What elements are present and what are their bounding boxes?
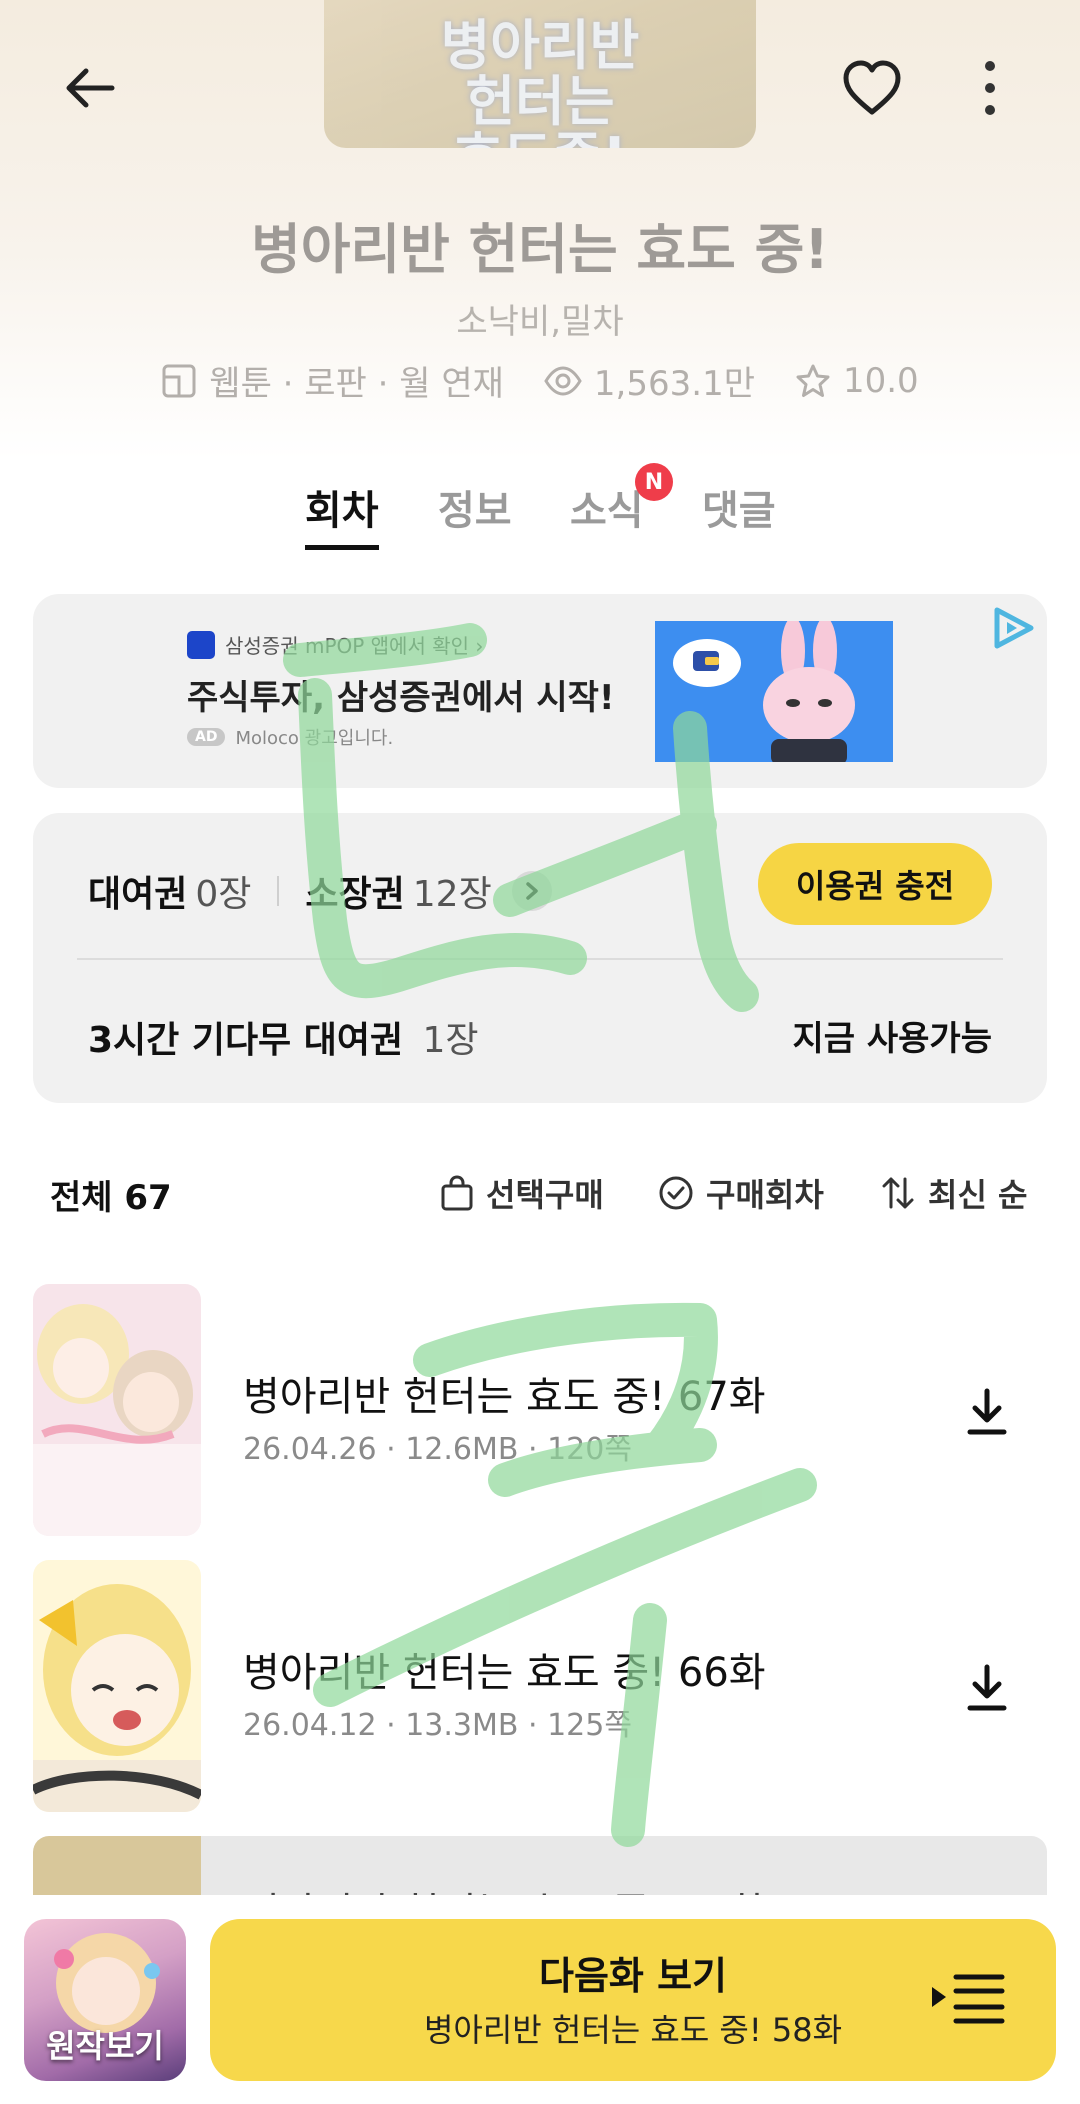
download-button[interactable] [955, 1656, 1019, 1720]
select-buy-label: 선택구매 [486, 1176, 604, 1214]
ad-sub-text: Moloco 광고입니다. [235, 728, 394, 749]
mpop-logo [187, 630, 215, 659]
ticket-counts: 대여권 0장 소장권 12장 [88, 865, 552, 917]
page-title: 병아리반 헌터는 효도 중! [251, 218, 829, 281]
cover-image: 병아리반 헌터는 효도중! [324, 0, 756, 148]
ad-disclaimer: AD Moloco 광고입니다. [187, 724, 393, 750]
episode-thumbnail [33, 1836, 201, 1896]
episode-thumbnail [33, 1560, 201, 1812]
episode-thumbnail [33, 1284, 201, 1536]
bottom-bar: 원작보기 다음화 보기 병아리반 헌터는 효도 중! 58화 [0, 1895, 1080, 2104]
tab-info[interactable]: 정보 [438, 478, 512, 536]
rental-label: 대여권 [88, 874, 188, 915]
genre-group: 웹툰 · 로판 · 월 연재 [161, 356, 504, 405]
wait-free-row: 3시간 기다무 대여권 1장 [88, 1011, 479, 1063]
owned-label[interactable]: 소장권 [305, 865, 404, 917]
tab-comments[interactable]: 댓글 [702, 478, 776, 536]
download-button[interactable] [955, 1380, 1019, 1444]
divider [77, 958, 1003, 960]
episode-total: 전체 67 [50, 1178, 172, 1218]
shopping-bag-icon [441, 1175, 473, 1211]
wait-free-label: 3시간 기다무 대여권 [88, 1020, 404, 1061]
purchased-filter-button[interactable]: 구매회차 [658, 1170, 824, 1216]
heart-icon [843, 60, 901, 115]
download-icon [967, 1388, 1007, 1435]
like-button[interactable] [832, 48, 912, 128]
rating-value: 10.0 [842, 360, 919, 401]
episode-title: 병아리반 헌터는 효도 중! 65화 [243, 1880, 766, 1896]
work-meta: 웹툰 · 로판 · 월 연재 1,563.1만 10.0 [0, 356, 1080, 405]
star-icon [796, 364, 830, 397]
more-vertical-icon [985, 61, 995, 115]
episode-title: 병아리반 헌터는 효도 중! 67화 [243, 1374, 766, 1420]
author-names: 소낙비,밀차 [456, 302, 624, 342]
ad-tag: AD [187, 728, 226, 746]
select-buy-button[interactable]: 선택구매 [440, 1170, 604, 1216]
back-button[interactable] [50, 48, 130, 128]
views-group: 1,563.1만 [544, 356, 755, 405]
ad-headline: 주식투자, 삼성증권에서 시작! [187, 678, 615, 718]
divider [277, 876, 280, 906]
purchased-label: 구매회차 [706, 1176, 824, 1214]
wait-free-status[interactable]: 지금 사용가능 [792, 1011, 992, 1060]
chevron-right-icon [525, 882, 538, 900]
cover-title-art: 병아리반 헌터는 효도중! [440, 14, 640, 149]
rental-count: 0장 [195, 874, 252, 915]
owned-count[interactable]: 12장 [413, 865, 492, 917]
episode-row[interactable]: 병아리반 헌터는 효도 중! 67화 26.04.26 · 12.6MB · 1… [33, 1284, 1047, 1536]
back-arrow-icon [66, 68, 115, 108]
bunny-illustration [673, 621, 855, 762]
views-count: 1,563.1만 [593, 364, 755, 404]
playlist-icon [932, 1974, 1005, 2024]
eye-icon [544, 365, 582, 396]
new-badge: N [635, 463, 673, 501]
check-circle-icon [659, 1176, 693, 1210]
ad-banner[interactable]: 삼성증권 mPOP 앱에서 확인 › 주식투자, 삼성증권에서 시작! AD M… [33, 594, 1047, 788]
original-work-button[interactable]: 원작보기 [24, 1919, 186, 2081]
ad-brand-text: 삼성증권 mPOP 앱에서 확인 › [225, 634, 484, 658]
tab-episodes[interactable]: 회차 [305, 478, 379, 536]
wait-free-count: 1장 [422, 1020, 479, 1061]
episode-meta: 26.04.26 · 12.6MB · 120쪽 [243, 1432, 632, 1467]
episode-art [33, 1560, 201, 1812]
sort-button[interactable]: 최신 순 [880, 1170, 1027, 1216]
episode-row[interactable]: 병아리반 헌터는 효도 중! 66화 26.04.12 · 13.3MB · 1… [33, 1560, 1047, 1812]
tab-news[interactable]: 소식 [570, 478, 644, 536]
tab-bar: 회차 정보 소식 댓글 [0, 478, 1080, 558]
episode-row[interactable]: 병아리반 헌터는 효도 중! 65화 [33, 1836, 1047, 1896]
genre-text: 웹툰 · 로판 · 월 연재 [209, 364, 504, 404]
ticket-panel: 대여권 0장 소장권 12장 이용권 충전 3시간 기다무 대여권 1장 지금 … [33, 813, 1047, 1103]
adchoices-button[interactable] [991, 606, 1037, 654]
next-episode-button[interactable]: 다음화 보기 병아리반 헌터는 효도 중! 58화 [210, 1919, 1056, 2081]
webtoon-icon [162, 364, 196, 397]
more-button[interactable] [950, 48, 1030, 128]
owned-detail-button[interactable] [511, 871, 552, 911]
episode-art [33, 1284, 201, 1536]
charge-ticket-button[interactable]: 이용권 충전 [758, 843, 992, 925]
sort-icon [882, 1177, 914, 1209]
original-work-label: 원작보기 [46, 2027, 164, 2065]
ad-brand: 삼성증권 mPOP 앱에서 확인 › [187, 630, 483, 659]
episode-meta: 26.04.12 · 13.3MB · 125쪽 [243, 1708, 632, 1743]
download-icon [967, 1664, 1007, 1711]
adchoices-icon [994, 607, 1034, 649]
rating-group: 10.0 [795, 361, 919, 401]
episode-list-header: 전체 67 선택구매 구매회차 최신 순 [0, 1170, 1080, 1220]
sort-label: 최신 순 [928, 1176, 1028, 1214]
episode-list-button[interactable] [928, 1969, 1008, 2033]
episode-title: 병아리반 헌터는 효도 중! 66화 [243, 1650, 766, 1696]
ad-image [655, 621, 893, 762]
active-tab-indicator [305, 545, 379, 550]
